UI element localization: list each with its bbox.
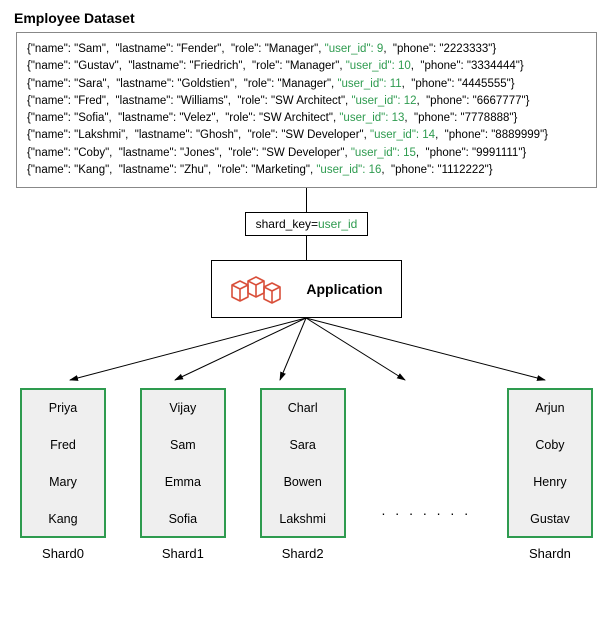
shard-column: Vijay Sam Emma Sofia Shard1: [140, 388, 226, 561]
shard-item: Fred: [50, 438, 76, 452]
shard-item: Coby: [535, 438, 564, 452]
shard-box: Arjun Coby Henry Gustav: [507, 388, 593, 538]
flow-connector: shard_key=user_id: [10, 188, 603, 318]
shard-item: Sara: [289, 438, 315, 452]
shard-label: Shard1: [162, 546, 204, 561]
shard-item: Bowen: [284, 475, 322, 489]
dataset-record: {"name": "Kang", "lastname": "Zhu", "rol…: [27, 162, 586, 179]
shard-item: Mary: [49, 475, 77, 489]
shard-key-value: user_id: [318, 217, 357, 231]
dataset-record: {"name": "Sam", "lastname": "Fender", "r…: [27, 41, 586, 58]
shard-item: Sofia: [169, 512, 198, 526]
shard-column: Priya Fred Mary Kang Shard0: [20, 388, 106, 561]
shard-ellipsis: . . . . . . .: [380, 502, 474, 518]
application-label: Application: [306, 281, 382, 297]
dataset-records: {"name": "Sam", "lastname": "Fender", "r…: [16, 32, 597, 188]
shard-key-label: shard_key=: [256, 217, 318, 231]
shard-item: Henry: [533, 475, 566, 489]
shard-item: Kang: [48, 512, 77, 526]
shard-item: Vijay: [169, 401, 196, 415]
shard-item: Charl: [288, 401, 318, 415]
shard-item: Sam: [170, 438, 196, 452]
dataset-title: Employee Dataset: [10, 10, 603, 26]
shard-item: Arjun: [535, 401, 564, 415]
dataset-record: {"name": "Lakshmi", "lastname": "Ghosh",…: [27, 127, 586, 144]
shard-label: Shard0: [42, 546, 84, 561]
dataset-record: {"name": "Sofia", "lastname": "Velez", "…: [27, 110, 586, 127]
application-box: Application: [211, 260, 401, 318]
dataset-record: {"name": "Gustav", "lastname": "Friedric…: [27, 58, 586, 75]
shard-key-box: shard_key=user_id: [245, 212, 369, 236]
shard-item: Lakshmi: [279, 512, 326, 526]
shard-item: Priya: [49, 401, 77, 415]
shard-label: Shard2: [282, 546, 324, 561]
shard-column: Charl Sara Bowen Lakshmi Shard2: [260, 388, 346, 561]
shard-label: Shardn: [529, 546, 571, 561]
dataset-record: {"name": "Sara", "lastname": "Goldstien"…: [27, 76, 586, 93]
shard-box: Priya Fred Mary Kang: [20, 388, 106, 538]
shard-box: Vijay Sam Emma Sofia: [140, 388, 226, 538]
shard-item: Emma: [165, 475, 201, 489]
application-icon: [230, 271, 288, 307]
dataset-record: {"name": "Coby", "lastname": "Jones", "r…: [27, 145, 586, 162]
shard-box: Charl Sara Bowen Lakshmi: [260, 388, 346, 538]
shards-row: Priya Fred Mary Kang Shard0 Vijay Sam Emma Sofia…: [10, 388, 603, 561]
dataset-record: {"name": "Fred", "lastname": "Williams",…: [27, 93, 586, 110]
shard-column: Arjun Coby Henry Gustav Shardn: [507, 388, 593, 561]
fanout-arrows: [10, 318, 603, 388]
shard-item: Gustav: [530, 512, 570, 526]
